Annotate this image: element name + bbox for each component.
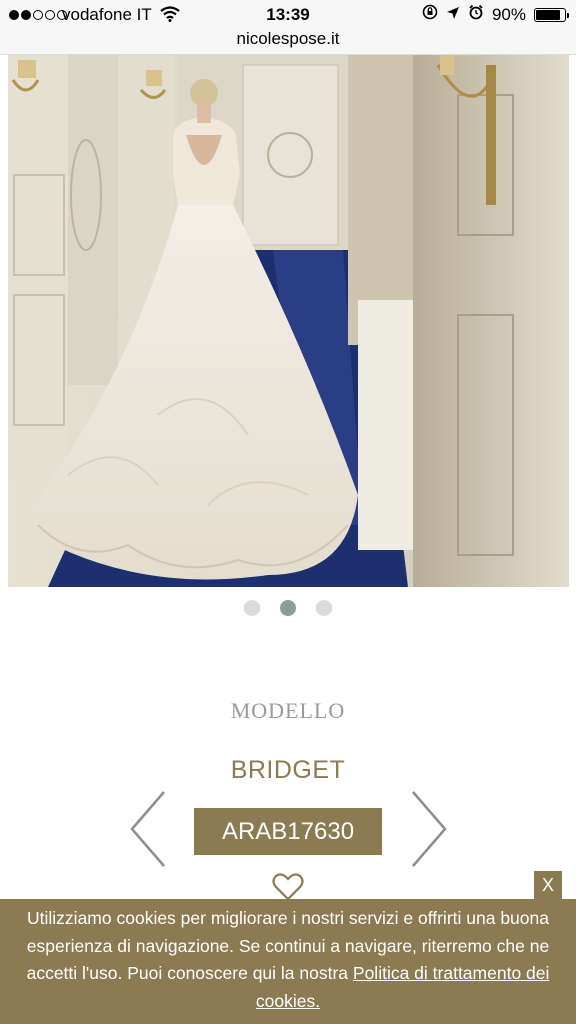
battery-icon <box>534 7 569 22</box>
battery-percentage: 90% <box>491 4 526 24</box>
next-model-button[interactable] <box>409 790 449 868</box>
status-right-group: 90% <box>422 4 569 25</box>
url-domain: nicolespose.it <box>236 29 340 48</box>
cookie-banner-close-button[interactable]: X <box>534 871 562 899</box>
heart-icon <box>272 873 304 901</box>
model-code-badge: ARAB17630 <box>194 808 382 855</box>
previous-model-button[interactable] <box>128 790 168 868</box>
status-bar: vodafone IT 13:39 90% <box>0 0 576 30</box>
orientation-lock-icon <box>422 4 438 25</box>
carousel-indicator <box>0 600 576 616</box>
dress-photo[interactable] <box>8 55 569 587</box>
carousel-dot-3[interactable] <box>316 600 332 616</box>
chevron-left-icon <box>130 791 165 867</box>
address-bar[interactable]: nicolespose.it <box>0 30 576 55</box>
cookie-banner: Utilizziamo cookies per migliorare i nos… <box>0 899 576 1024</box>
location-arrow-icon <box>446 5 460 25</box>
alarm-clock-icon <box>468 4 484 25</box>
chevron-right-icon <box>412 791 447 867</box>
model-caption: MODELLO <box>230 698 346 723</box>
carousel-dot-2[interactable] <box>280 600 296 616</box>
carousel-dot-1[interactable] <box>244 600 260 616</box>
model-name: BRIDGET <box>230 756 346 784</box>
